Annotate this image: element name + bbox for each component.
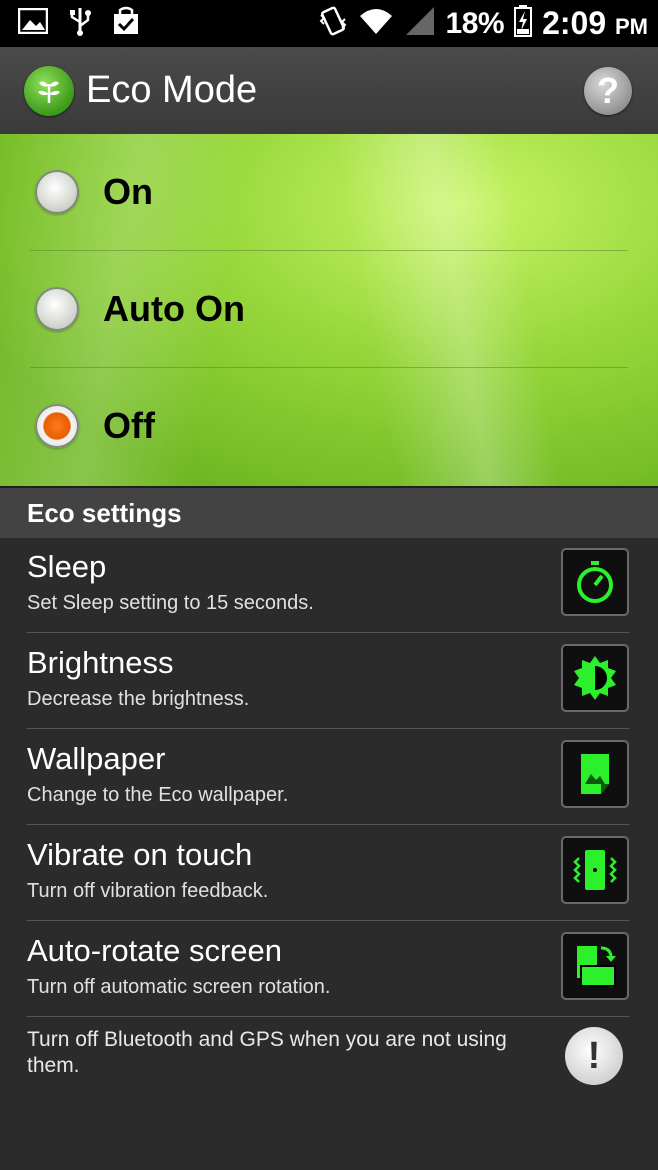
setting-title: Vibrate on touch: [27, 837, 253, 872]
setting-title: Auto-rotate screen: [27, 933, 283, 968]
status-bar: 18% 2:09 PM: [0, 0, 658, 47]
setting-brightness[interactable]: Brightness Decrease the brightness.: [27, 633, 629, 729]
signal-icon: [404, 5, 436, 42]
section-header: Eco settings: [0, 486, 658, 538]
battery-charging-icon: [514, 5, 533, 42]
page-title: Eco Mode: [86, 69, 258, 111]
mode-option-off[interactable]: Off: [30, 368, 628, 484]
setting-title: Brightness: [27, 645, 174, 680]
wallpaper-icon: [561, 740, 629, 808]
setting-sleep[interactable]: Sleep Set Sleep setting to 15 seconds.: [27, 537, 629, 633]
setting-desc: Set Sleep setting to 15 seconds.: [27, 592, 314, 614]
setting-title: Sleep: [27, 549, 107, 584]
leaf-icon: [24, 65, 74, 116]
setting-desc: Change to the Eco wallpaper.: [27, 784, 289, 806]
setting-vibrate-on-touch[interactable]: Vibrate on touch Turn off vibration feed…: [27, 825, 629, 921]
action-bar: Eco Mode ?: [0, 47, 658, 134]
radio-off[interactable]: [35, 404, 79, 448]
settings-list: Sleep Set Sleep setting to 15 seconds. B…: [0, 537, 658, 1017]
bag-check-icon: [112, 6, 140, 41]
vibrate-phone-icon: [561, 836, 629, 904]
mode-label-off: Off: [103, 405, 155, 446]
setting-wallpaper[interactable]: Wallpaper Change to the Eco wallpaper.: [27, 729, 629, 825]
help-button[interactable]: ?: [584, 67, 632, 115]
exclamation-icon: !: [565, 1027, 623, 1085]
mode-option-on[interactable]: On: [30, 134, 628, 251]
vibrate-icon: [318, 5, 348, 42]
clock-time: 2:09: [542, 5, 607, 41]
image-icon: [17, 7, 49, 39]
exclamation-mark: !: [587, 1034, 601, 1077]
clock: 2:09 PM: [542, 5, 648, 42]
rotate-screen-icon: [561, 932, 629, 1000]
help-icon: ?: [597, 70, 619, 111]
battery-percent: 18%: [445, 6, 505, 40]
mode-label-auto-on: Auto On: [103, 288, 245, 329]
setting-desc: Decrease the brightness.: [27, 688, 250, 710]
setting-desc: Turn off automatic screen rotation.: [27, 976, 331, 998]
tip-text: Turn off Bluetooth and GPS when you are …: [27, 1028, 507, 1077]
setting-desc: Turn off vibration feedback.: [27, 880, 269, 902]
setting-title: Wallpaper: [27, 741, 166, 776]
mode-option-auto-on[interactable]: Auto On: [30, 251, 628, 368]
radio-auto-on[interactable]: [35, 287, 79, 331]
setting-auto-rotate[interactable]: Auto-rotate screen Turn off automatic sc…: [27, 921, 629, 1017]
mode-label-on: On: [103, 171, 153, 212]
brightness-icon: [561, 644, 629, 712]
radio-on[interactable]: [35, 170, 79, 214]
clock-ampm: PM: [615, 14, 648, 39]
eco-tip: Turn off Bluetooth and GPS when you are …: [27, 1015, 629, 1095]
usb-icon: [68, 6, 92, 41]
section-title: Eco settings: [27, 497, 182, 528]
wifi-icon: [358, 6, 394, 41]
stopwatch-icon: [561, 548, 629, 616]
eco-mode-selector: On Auto On Off: [0, 134, 658, 486]
